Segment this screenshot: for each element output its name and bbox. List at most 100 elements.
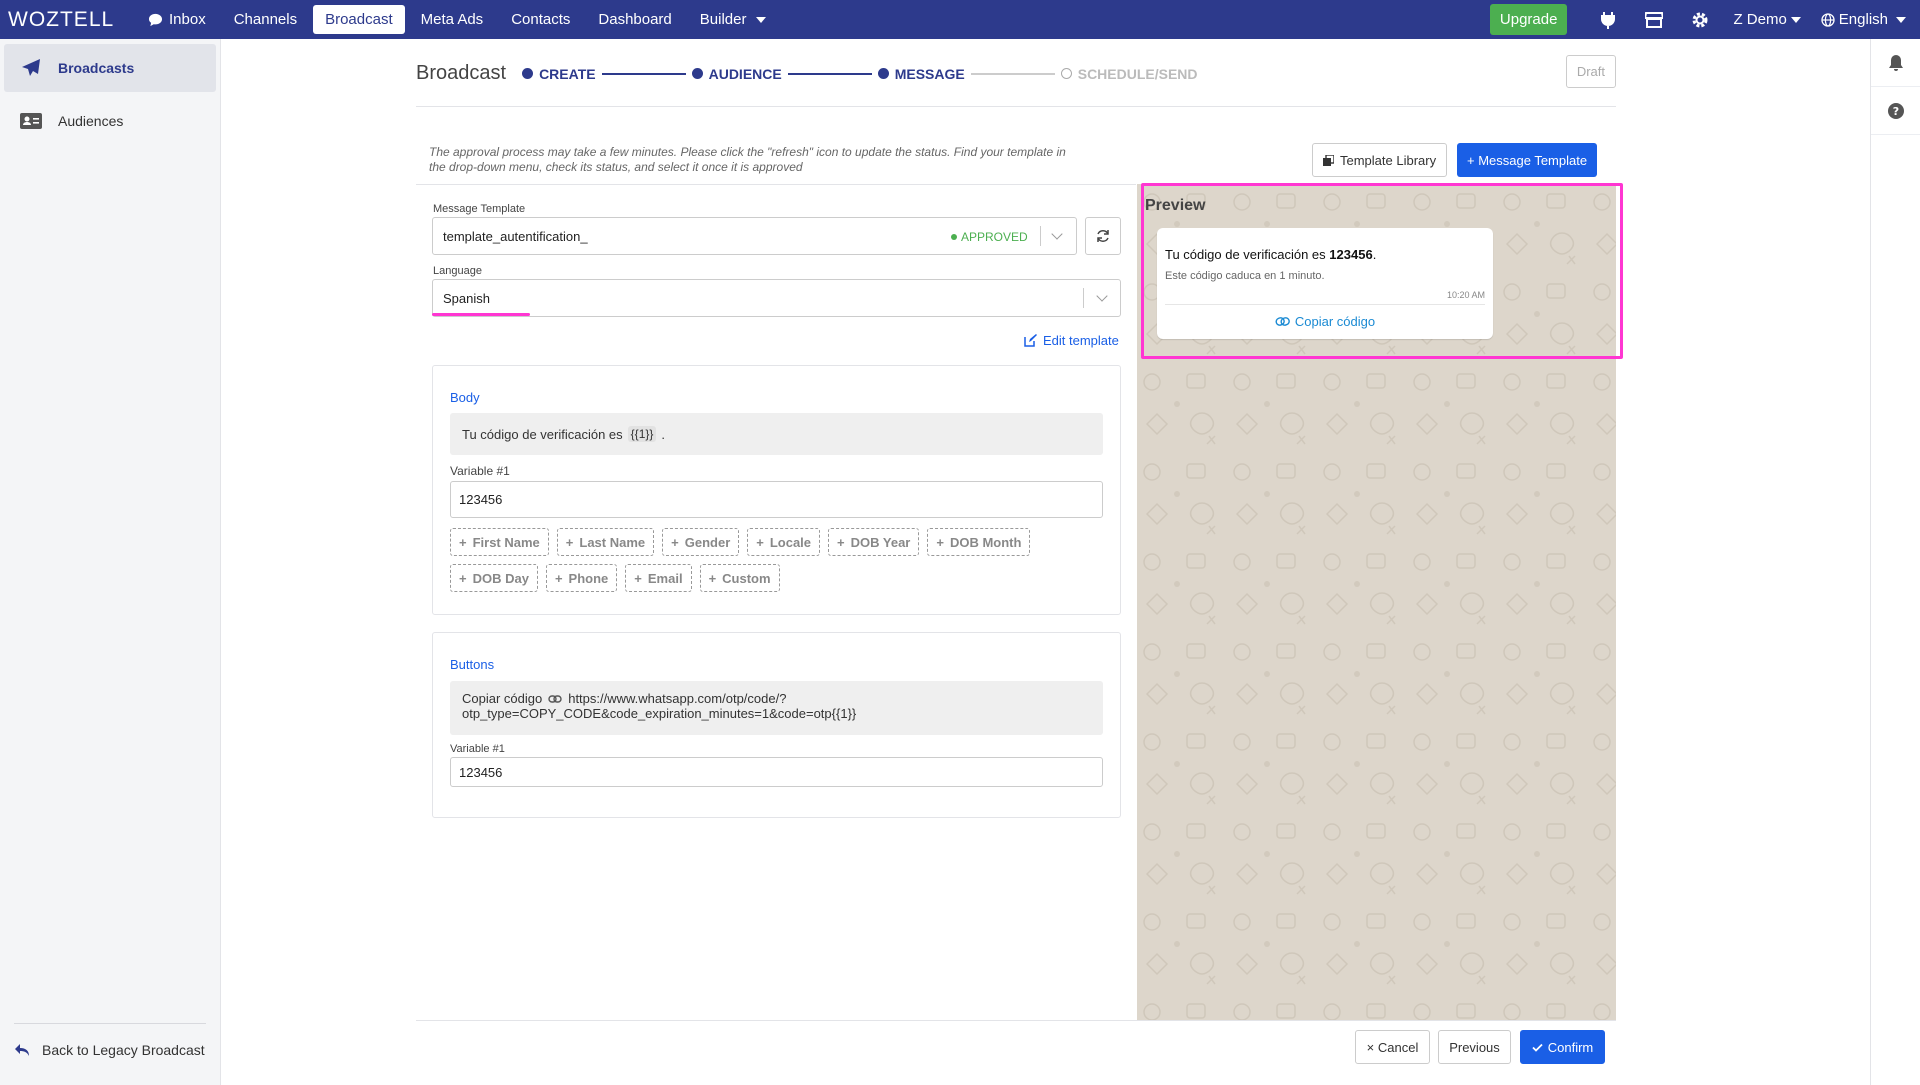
button-text: Copiar código	[462, 691, 543, 706]
nav-contacts-label: Contacts	[511, 11, 571, 28]
nav-channels[interactable]: Channels	[222, 5, 309, 34]
plug-icon[interactable]	[1585, 0, 1631, 39]
edit-template-link[interactable]: Edit template	[1024, 333, 1119, 348]
step-label: AUDIENCE	[708, 65, 782, 82]
bubble-divider	[1165, 304, 1485, 305]
sidebar-item-audiences[interactable]: Audiences	[4, 97, 216, 145]
variable-chips: + First Name + Last Name + Gender + Locale +…	[450, 528, 1103, 592]
plus-icon: +	[459, 570, 467, 586]
refresh-icon	[1097, 230, 1109, 242]
refresh-button[interactable]	[1085, 217, 1121, 255]
upgrade-button[interactable]: Upgrade	[1489, 4, 1568, 35]
step-schedule-send[interactable]: SCHEDULE/SEND	[1060, 66, 1198, 82]
highlight-underline	[432, 313, 530, 316]
svg-text:?: ?	[1893, 105, 1899, 118]
button-variable-input[interactable]: 123456	[450, 757, 1103, 787]
nav-meta-ads[interactable]: Meta Ads	[409, 5, 496, 34]
plus-icon: +	[708, 570, 717, 586]
user-name: Z Demo	[1733, 11, 1787, 28]
cancel-button[interactable]: × Cancel	[1355, 1030, 1430, 1064]
step-message[interactable]: MESSAGE	[877, 66, 965, 82]
chip-email[interactable]: + Email	[625, 564, 692, 592]
body-text-end: .	[661, 426, 666, 442]
store-icon[interactable]	[1631, 0, 1677, 39]
page-title: Broadcast	[416, 62, 507, 84]
sidebar: Broadcasts Audiences Back to Legacy Broa…	[0, 39, 221, 1085]
chevron-down-icon	[1790, 16, 1801, 23]
preview-message-bubble: Tu código de verificación es 123456. Est…	[1157, 228, 1493, 339]
button-variable-value: 123456	[459, 764, 503, 780]
step-create[interactable]: CREATE	[522, 66, 596, 82]
nav-contacts[interactable]: Contacts	[499, 5, 582, 34]
preview-message-suffix: .	[1372, 247, 1377, 262]
chip-locale[interactable]: + Locale	[747, 528, 821, 556]
approval-info-text: The approval process may take a few minu…	[429, 145, 1066, 174]
woztell-logo[interactable]: WOZTELL	[8, 8, 136, 32]
chip-first-name[interactable]: + First Name	[450, 528, 549, 556]
plus-icon: +	[554, 570, 563, 586]
chip-custom[interactable]: + Custom	[699, 564, 780, 592]
confirm-button[interactable]: Confirm	[1520, 1030, 1605, 1064]
body-card: Body Tu código de verificación es {{1}} …	[432, 365, 1121, 615]
chip-phone[interactable]: + Phone	[545, 564, 618, 592]
gear-icon[interactable]	[1677, 0, 1723, 39]
plus-icon: +	[837, 534, 845, 550]
chip-dob-month[interactable]: + DOB Month	[927, 528, 1031, 556]
divider	[416, 184, 1136, 185]
help-icon[interactable]: ?	[1871, 87, 1920, 135]
nav-channels-label: Channels	[233, 11, 298, 28]
nav-dashboard[interactable]: Dashboard	[586, 5, 683, 34]
message-template-select[interactable]: template_autentification_ APPROVED	[432, 217, 1077, 255]
nav-builder[interactable]: Builder	[688, 5, 779, 34]
preview-code: 123456	[1329, 247, 1373, 262]
link-icon	[1275, 317, 1290, 326]
chip-gender[interactable]: + Gender	[662, 528, 740, 556]
back-to-legacy-link[interactable]: Back to Legacy Broadcast	[14, 1023, 206, 1058]
nav-inbox[interactable]: Inbox	[136, 5, 218, 34]
nav-broadcast[interactable]: Broadcast	[313, 5, 405, 34]
plus-icon: +	[671, 534, 679, 550]
language-label: Language	[433, 265, 482, 277]
right-rail: ?	[1870, 39, 1920, 1085]
step-dot	[1060, 68, 1072, 79]
variable-label: Variable #1	[450, 464, 510, 478]
nav-meta-ads-label: Meta Ads	[420, 11, 484, 28]
nav-builder-label: Builder	[699, 11, 747, 28]
bell-icon[interactable]	[1871, 39, 1920, 87]
chip-last-name[interactable]: + Last Name	[556, 528, 655, 556]
chevron-down-icon[interactable]	[1096, 290, 1108, 302]
nav-dashboard-label: Dashboard	[598, 11, 672, 28]
edit-icon	[1024, 334, 1037, 347]
template-library-button[interactable]: Template Library	[1312, 143, 1448, 177]
chip-label: DOB Month	[949, 534, 1022, 550]
chip-dob-year[interactable]: + DOB Year	[828, 528, 920, 556]
nav-inbox-label: Inbox	[169, 11, 206, 28]
previous-button[interactable]: Previous	[1438, 1030, 1511, 1064]
chevron-down-icon[interactable]	[1051, 228, 1063, 240]
chip-label: First Name	[472, 534, 540, 550]
sidebar-item-broadcasts[interactable]: Broadcasts	[4, 44, 216, 92]
body-variable-token: {{1}}	[627, 426, 657, 442]
approved-status-label: APPROVED	[961, 230, 1028, 244]
step-audience[interactable]: AUDIENCE	[691, 65, 782, 82]
reply-arrow-icon	[15, 1044, 29, 1056]
new-message-template-button[interactable]: + Message Template	[1457, 143, 1598, 177]
template-library-label: Template Library	[1340, 152, 1437, 168]
select-separator	[1083, 288, 1084, 308]
back-to-legacy-label: Back to Legacy Broadcast	[42, 1042, 205, 1058]
language-menu[interactable]: English	[1811, 11, 1920, 28]
step-label: CREATE	[539, 65, 596, 82]
language-select[interactable]: Spanish	[432, 279, 1121, 317]
chip-label: Phone	[568, 570, 609, 586]
plus-icon: +	[936, 534, 944, 550]
body-text: Tu código de verificación es	[462, 426, 623, 442]
body-variable-input[interactable]: 123456	[450, 481, 1103, 518]
user-menu[interactable]: Z Demo	[1723, 11, 1810, 28]
chip-dob-day[interactable]: + DOB Day	[450, 564, 538, 592]
broadcast-header: Broadcast CREATE AUDIENCE MESSAGE SCHEDU…	[416, 55, 1616, 107]
step-connector	[601, 72, 686, 75]
chevron-down-icon	[1896, 16, 1906, 23]
message-template-label: Message Template	[433, 203, 526, 215]
preview-copy-code-button[interactable]: Copiar código	[1157, 314, 1493, 329]
plus-icon: +	[634, 570, 642, 586]
